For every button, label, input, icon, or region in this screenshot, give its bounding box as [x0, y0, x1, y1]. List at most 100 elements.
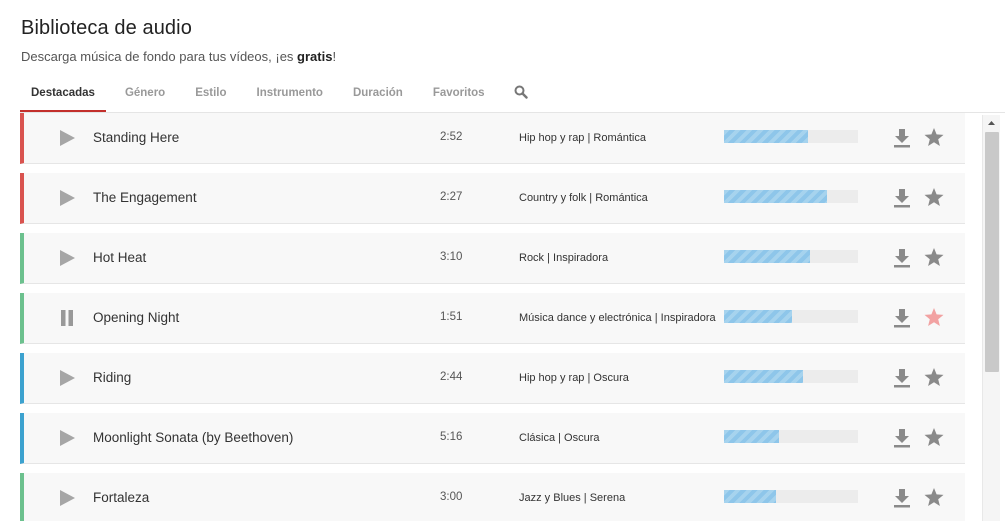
- star-icon: [924, 248, 944, 266]
- track-duration: 3:00: [440, 491, 463, 503]
- popularity-bar: [724, 130, 858, 143]
- popularity-fill: [724, 430, 779, 443]
- pause-icon: [61, 310, 73, 326]
- tab-genero[interactable]: Género: [114, 82, 176, 113]
- track-duration: 5:16: [440, 431, 463, 443]
- favorite-button[interactable]: [923, 186, 945, 208]
- play-icon: [60, 430, 75, 446]
- popularity-fill: [724, 250, 810, 263]
- tab-favoritos[interactable]: Favoritos: [422, 82, 496, 113]
- play-button[interactable]: [57, 128, 77, 148]
- track-genre: Jazz y Blues | Serena: [519, 492, 626, 504]
- download-button[interactable]: [892, 187, 912, 209]
- tab-destacadas[interactable]: Destacadas: [20, 82, 106, 113]
- track-genre: Hip hop y rap | Romántica: [519, 132, 646, 144]
- popularity-fill: [724, 130, 809, 143]
- track-title: Hot Heat: [93, 250, 147, 265]
- download-button[interactable]: [892, 427, 912, 449]
- download-icon: [894, 429, 910, 448]
- star-icon: [924, 188, 944, 206]
- page-subtitle: Descarga música de fondo para tus vídeos…: [21, 49, 336, 64]
- download-icon: [894, 369, 910, 388]
- scroll-thumb[interactable]: [985, 132, 999, 372]
- track-genre: Hip hop y rap | Oscura: [519, 372, 629, 384]
- play-button[interactable]: [57, 188, 77, 208]
- star-icon: [924, 308, 944, 326]
- track-duration: 3:10: [440, 251, 463, 263]
- popularity-fill: [724, 310, 793, 323]
- popularity-bar: [724, 370, 858, 383]
- download-button[interactable]: [892, 487, 912, 509]
- favorite-button[interactable]: [923, 126, 945, 148]
- track-row[interactable]: Fortaleza 3:00 Jazz y Blues | Serena: [20, 473, 965, 521]
- track-title: Moonlight Sonata (by Beethoven): [93, 430, 294, 445]
- scroll-up-button[interactable]: [983, 115, 1000, 131]
- popularity-bar: [724, 490, 858, 503]
- track-row[interactable]: Hot Heat 3:10 Rock | Inspiradora: [20, 233, 965, 284]
- favorite-button[interactable]: [923, 306, 945, 328]
- star-icon: [924, 428, 944, 446]
- tab-duracion[interactable]: Duración: [342, 82, 414, 113]
- track-title: Opening Night: [93, 310, 180, 325]
- track-row[interactable]: Standing Here 2:52 Hip hop y rap | Románti…: [20, 113, 965, 164]
- track-title: Fortaleza: [93, 490, 150, 505]
- track-row[interactable]: Opening Night 1:51 Música dance y electrón…: [20, 293, 965, 344]
- pause-button[interactable]: [57, 308, 77, 328]
- track-title: Riding: [93, 370, 132, 385]
- tab-estilo[interactable]: Estilo: [184, 82, 237, 113]
- star-icon: [924, 368, 944, 386]
- tab-bar: Destacadas Género Estilo Instrumento Dur…: [20, 82, 542, 113]
- play-button[interactable]: [57, 248, 77, 268]
- arrow-up-icon: [988, 121, 995, 125]
- download-button[interactable]: [892, 247, 912, 269]
- download-button[interactable]: [892, 367, 912, 389]
- search-button[interactable]: [508, 82, 534, 113]
- popularity-bar: [724, 190, 858, 203]
- download-button[interactable]: [892, 307, 912, 329]
- favorite-button[interactable]: [923, 246, 945, 268]
- track-genre: Clásica | Oscura: [519, 432, 600, 444]
- play-button[interactable]: [57, 428, 77, 448]
- subtitle-bold: gratis: [297, 49, 333, 64]
- page-header: Biblioteca de audio Descarga música de f…: [21, 17, 336, 64]
- popularity-bar: [724, 250, 858, 263]
- popularity-fill: [724, 490, 777, 503]
- play-icon: [60, 490, 75, 506]
- track-genre: Música dance y electrónica | Inspiradora: [519, 312, 716, 324]
- favorite-button[interactable]: [923, 426, 945, 448]
- favorite-button[interactable]: [923, 486, 945, 508]
- track-duration: 2:27: [440, 191, 463, 203]
- track-row[interactable]: Moonlight Sonata (by Beethoven) 5:16 Clási…: [20, 413, 965, 464]
- track-title: The Engagement: [93, 190, 197, 205]
- search-icon: [514, 85, 528, 99]
- play-icon: [60, 250, 75, 266]
- play-button[interactable]: [57, 488, 77, 508]
- play-icon: [60, 190, 75, 206]
- subtitle-suffix: !: [332, 49, 337, 64]
- download-icon: [894, 189, 910, 208]
- favorite-button[interactable]: [923, 366, 945, 388]
- track-list: Standing Here 2:52 Hip hop y rap | Románti…: [20, 113, 965, 521]
- download-icon: [894, 129, 910, 148]
- popularity-bar: [724, 430, 858, 443]
- track-duration: 1:51: [440, 311, 463, 323]
- track-genre: Rock | Inspiradora: [519, 252, 609, 264]
- scrollbar[interactable]: [982, 115, 1000, 521]
- page-title: Biblioteca de audio: [21, 17, 192, 39]
- download-icon: [894, 309, 910, 328]
- download-icon: [894, 489, 910, 508]
- popularity-fill: [724, 370, 804, 383]
- popularity-fill: [724, 190, 828, 203]
- star-icon: [924, 128, 944, 146]
- track-duration: 2:52: [440, 131, 463, 143]
- track-duration: 2:44: [440, 371, 463, 383]
- star-icon: [924, 488, 944, 506]
- download-button[interactable]: [892, 127, 912, 149]
- play-icon: [60, 370, 75, 386]
- popularity-bar: [724, 310, 858, 323]
- play-button[interactable]: [57, 368, 77, 388]
- track-row[interactable]: Riding 2:44 Hip hop y rap | Oscura: [20, 353, 965, 404]
- track-row[interactable]: The Engagement 2:27 Country y folk | Román…: [20, 173, 965, 224]
- tab-instrumento[interactable]: Instrumento: [246, 82, 334, 113]
- play-icon: [60, 130, 75, 146]
